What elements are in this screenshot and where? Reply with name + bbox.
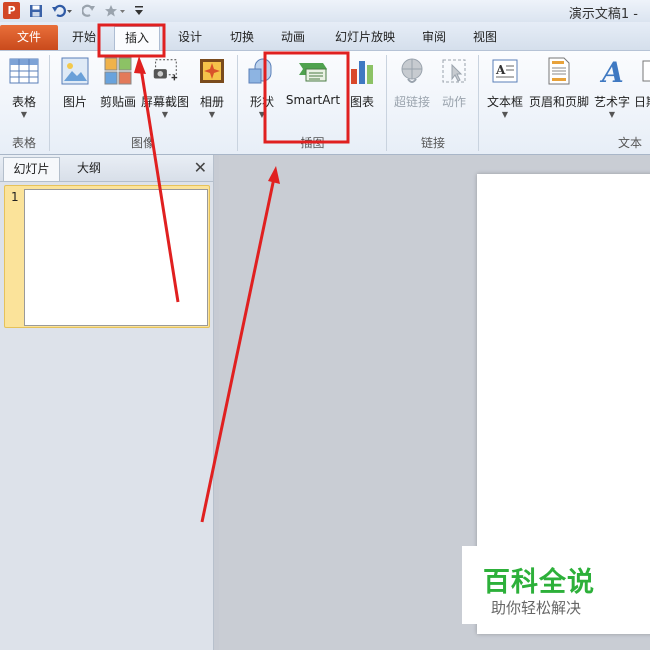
tab-home[interactable]: 开始 [62,26,106,49]
group-label-text: 文本 [617,136,642,150]
undo-icon[interactable] [49,3,75,19]
group-separator [237,55,238,151]
close-icon[interactable]: ✕ [194,158,207,177]
panel-tab-bar: 幻灯片 大纲 ✕ [0,155,213,182]
ribbon-insert: 表格 ▼ 图片 剪贴画 屏幕截图 ▼ 相册 ▼ 形状 ▼ SmartArt 图表… [0,51,650,155]
tab-slides[interactable]: 幻灯片 [3,157,60,181]
textbox-icon: A [490,55,520,87]
title-bar: P 演示文稿1 - [0,0,650,22]
wordart-button[interactable]: A 艺术字 ▼ [592,55,632,120]
tab-design[interactable]: 设计 [168,26,212,49]
photo-album-button[interactable]: 相册 ▼ [193,55,231,120]
powerpoint-app-icon[interactable]: P [3,2,20,19]
slide-thumbnail[interactable] [24,189,208,326]
photo-album-icon [197,55,227,87]
chevron-down-icon: ▼ [208,110,216,119]
action-icon [439,55,469,87]
tab-animations[interactable]: 动画 [271,26,315,49]
tab-outline[interactable]: 大纲 [60,157,118,180]
ribbon-tab-bar: 文件 开始 插入 设计 切换 动画 幻灯片放映 审阅 视图 [0,22,650,51]
picture-icon [60,55,90,87]
slide-thumbnail-selected[interactable]: 1 [4,185,210,328]
hyperlink-globe-icon [397,55,427,87]
customize-toolbar-icon[interactable] [133,3,145,19]
star-icon[interactable] [103,3,127,19]
header-footer-button[interactable]: 页眉和页脚 [528,55,590,110]
chart-icon [347,55,377,87]
clipart-icon [103,55,133,87]
group-separator [386,55,387,151]
group-label-links: 链接 [420,136,445,150]
tab-review[interactable]: 审阅 [412,26,456,49]
smartart-icon [295,55,331,87]
group-label-images: 图像 [130,136,155,150]
tab-insert[interactable]: 插入 [114,26,160,50]
tab-transitions[interactable]: 切换 [220,26,264,49]
svg-text:A: A [495,63,506,77]
tab-slideshow[interactable]: 幻灯片放映 [327,26,403,49]
watermark-title: 百科全说 [483,567,595,598]
svg-text:A: A [599,56,624,86]
screenshot-icon [150,55,180,87]
chevron-down-icon: ▼ [608,110,616,119]
hyperlink-button[interactable]: 超链接 [392,55,432,110]
picture-button[interactable]: 图片 [56,55,94,110]
screenshot-button[interactable]: 屏幕截图 ▼ [141,55,189,120]
watermark-subtitle: 助你轻松解决 [491,599,582,617]
smartart-button[interactable]: SmartArt [284,55,342,107]
shapes-icon [247,55,277,87]
redo-icon[interactable] [80,3,98,19]
clipart-button[interactable]: 剪贴画 [97,55,139,110]
watermark: 百科全说 助你轻松解决 [462,546,622,624]
chevron-down-icon: ▼ [20,110,28,119]
action-button[interactable]: 动作 [436,55,472,110]
slide-number: 1 [11,190,19,204]
chart-button[interactable]: 图表 [345,55,379,110]
tab-file[interactable]: 文件 [0,25,58,50]
wordart-icon: A [597,55,627,87]
date-time-button[interactable]: 日期 [634,55,650,110]
textbox-button[interactable]: A 文本框 ▼ [484,55,526,120]
window-title: 演示文稿1 - [568,7,638,22]
save-icon[interactable] [27,3,45,19]
group-separator [478,55,479,151]
chevron-down-icon: ▼ [501,110,509,119]
table-button[interactable]: 表格 ▼ [4,55,44,120]
group-label-tables: 表格 [11,136,36,150]
tab-view[interactable]: 视图 [463,26,507,49]
slide-panel: 幻灯片 大纲 ✕ 1 [0,155,214,650]
header-footer-icon [544,55,574,87]
table-icon [9,55,39,87]
group-label-illustrations: 插图 [300,136,325,150]
chevron-down-icon: ▼ [161,110,169,119]
shapes-button[interactable]: 形状 ▼ [243,55,281,120]
chevron-down-icon: ▼ [258,110,266,119]
group-separator [49,55,50,151]
date-icon [639,55,650,87]
